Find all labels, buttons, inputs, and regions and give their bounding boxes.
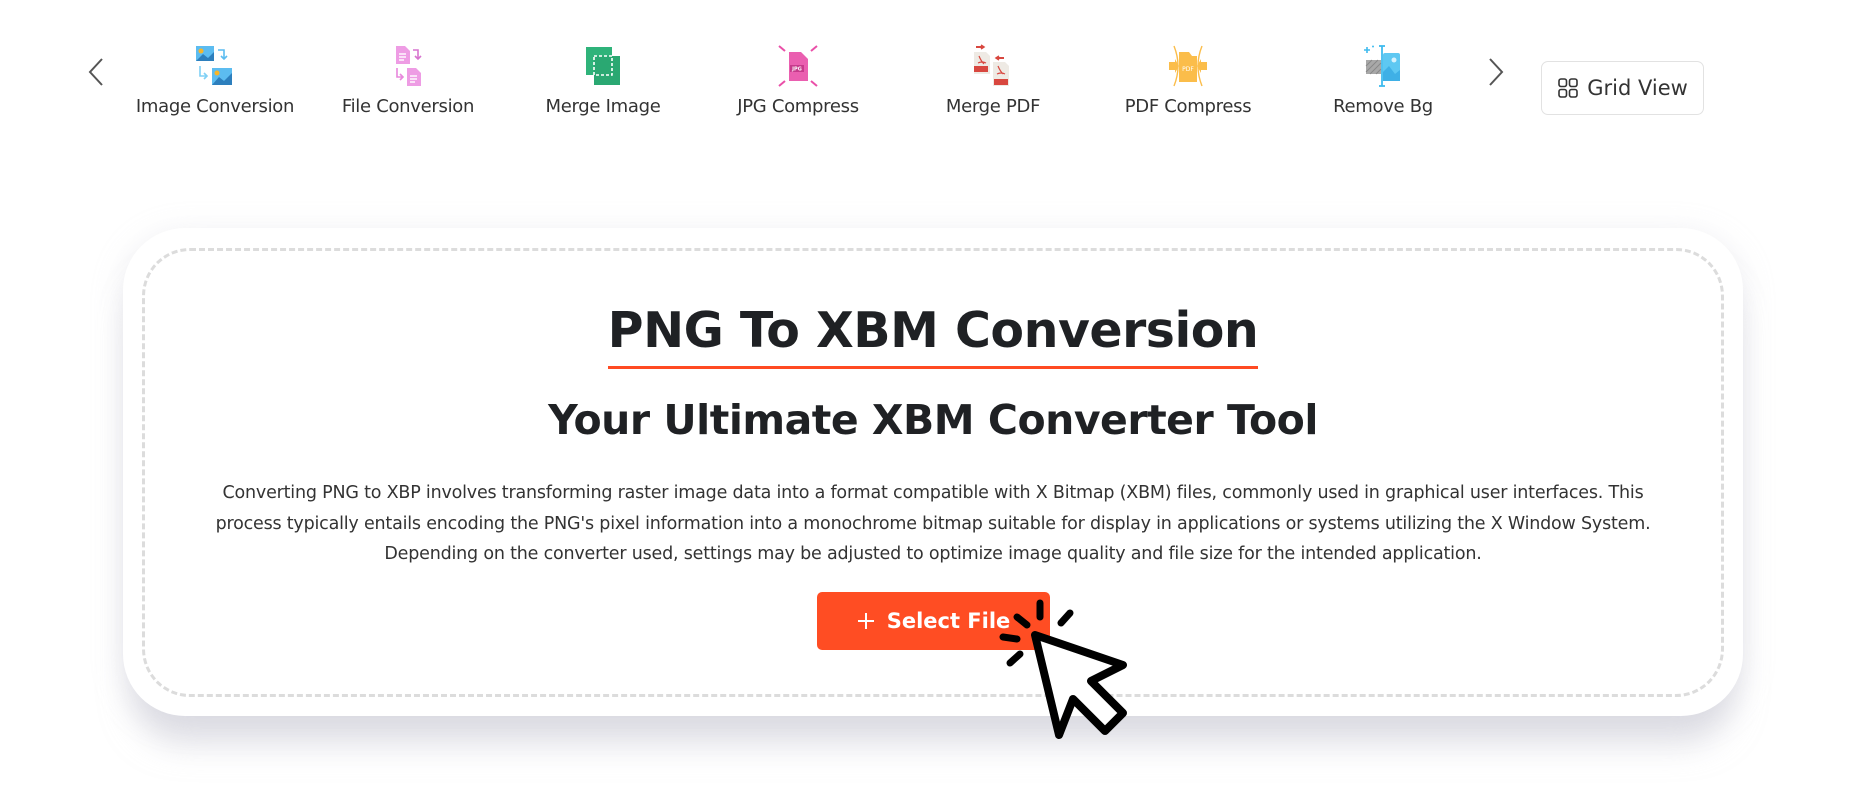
svg-text:JPG: JPG <box>791 67 802 73</box>
select-file-button[interactable]: Select File <box>817 592 1050 650</box>
page-description: Converting PNG to XBP involves transform… <box>215 483 1651 564</box>
plus-icon <box>857 613 874 629</box>
chevron-right-icon <box>1489 58 1504 86</box>
page-title-wrap: PNG To XBM Conversion <box>123 300 1743 369</box>
grid-view-label: Grid View <box>1587 76 1688 100</box>
tool-item-label: Merge Image <box>545 96 661 117</box>
tool-item-merge-image[interactable]: Merge Image <box>513 44 693 124</box>
page-title: PNG To XBM Conversion <box>607 300 1259 369</box>
tool-item-jpg-compress[interactable]: JPG JPG Compress <box>708 44 888 124</box>
tool-item-label: JPG Compress <box>737 96 859 117</box>
tool-item-file-conversion[interactable]: File Conversion <box>318 44 498 124</box>
nav-prev-button[interactable] <box>82 52 110 92</box>
pdf-compress-icon: PDF <box>1169 45 1207 87</box>
nav-next-button[interactable] <box>1482 52 1510 92</box>
tool-item-label: PDF Compress <box>1124 96 1252 117</box>
tool-item-image-conversion[interactable]: Image Conversion <box>125 44 305 124</box>
merge-pdf-icon <box>974 44 1009 86</box>
merge-image-icon <box>586 47 620 85</box>
grid-icon <box>1558 78 1579 98</box>
grid-view-button[interactable]: Grid View <box>1541 61 1704 115</box>
image-conversion-icon <box>196 46 232 85</box>
page-subtitle: Your Ultimate XBM Converter Tool <box>548 396 1318 444</box>
converter-card: PNG To XBM Conversion Your Ultimate XBM … <box>123 228 1743 716</box>
select-file-label: Select File <box>886 609 1011 633</box>
tool-item-label: File Conversion <box>341 96 475 117</box>
tool-item-remove-bg[interactable]: Remove Bg <box>1293 44 1473 124</box>
tool-item-label: Remove Bg <box>1333 96 1433 117</box>
remove-bg-icon <box>1364 45 1400 87</box>
tool-item-label: Merge PDF <box>945 96 1041 117</box>
file-conversion-icon <box>396 46 422 86</box>
svg-text:PDF: PDF <box>1182 66 1194 73</box>
tool-item-pdf-compress[interactable]: PDF PDF Compress <box>1098 44 1278 124</box>
jpg-compress-icon: JPG <box>778 45 818 87</box>
tool-item-merge-pdf[interactable]: Merge PDF <box>903 44 1083 124</box>
tool-item-label: Image Conversion <box>135 96 295 117</box>
chevron-left-icon <box>88 58 103 86</box>
